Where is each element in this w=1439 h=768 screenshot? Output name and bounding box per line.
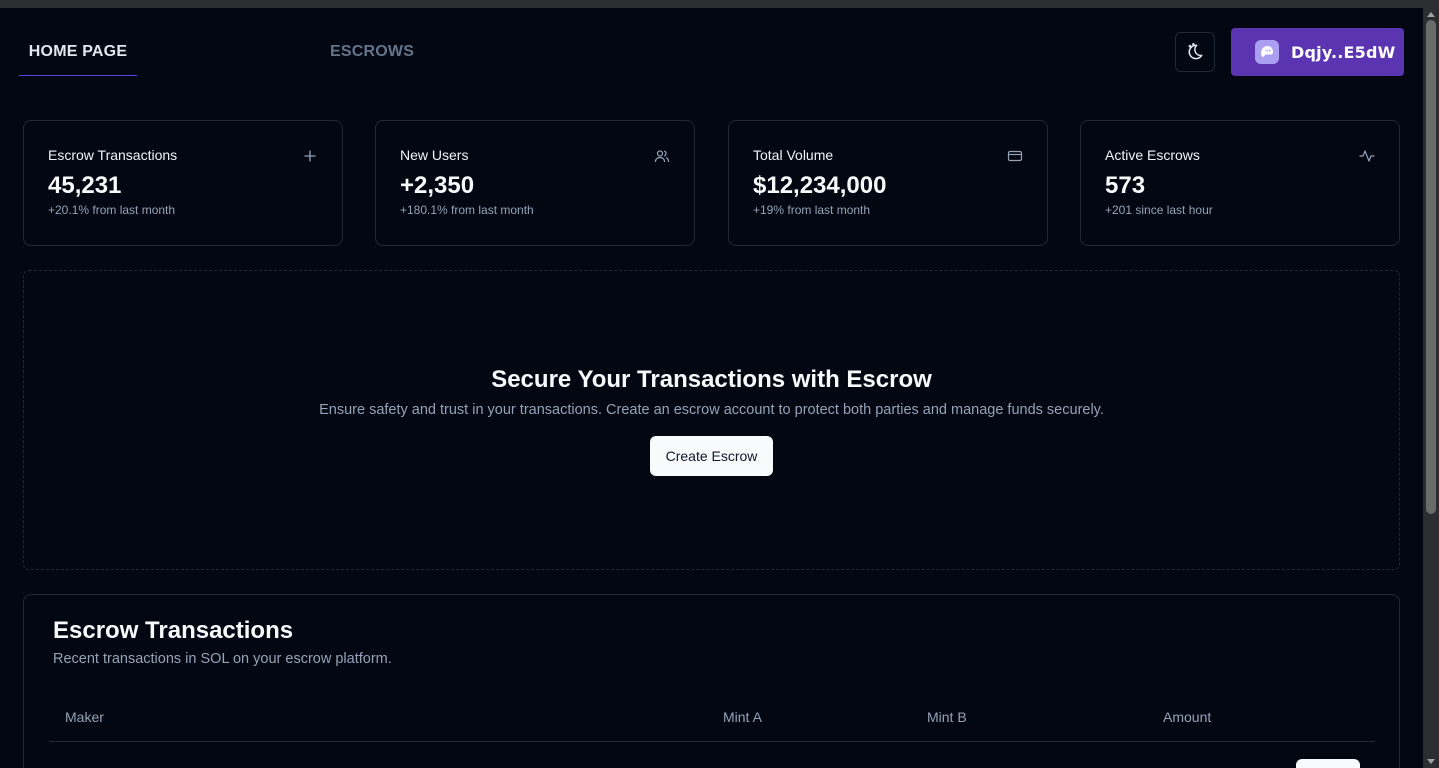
column-header-mint-b: Mint B <box>927 709 967 725</box>
browser-top-strip <box>0 0 1439 8</box>
stat-title: Active Escrows <box>1105 147 1200 163</box>
stat-card-active-escrows: Active Escrows 573 +201 since last hour <box>1080 120 1400 246</box>
hero-title: Secure Your Transactions with Escrow <box>491 366 932 393</box>
hero-description: Ensure safety and trust in your transact… <box>319 402 1104 418</box>
scroll-thumb[interactable] <box>1426 20 1436 514</box>
scroll-down-arrow-icon[interactable] <box>1427 759 1435 764</box>
create-escrow-button[interactable]: Create Escrow <box>649 436 774 476</box>
stat-subtext: +19% from last month <box>753 203 871 217</box>
scroll-up-arrow-icon[interactable] <box>1427 12 1435 17</box>
theme-toggle-button[interactable] <box>1175 32 1215 72</box>
stat-value: $12,234,000 <box>753 172 887 199</box>
credit-card-icon <box>1007 150 1023 162</box>
users-icon <box>654 150 670 163</box>
table-row-action-button[interactable] <box>1296 759 1360 768</box>
stat-title: Total Volume <box>753 147 834 163</box>
stat-title: New Users <box>400 147 469 163</box>
stat-value: 45,231 <box>48 172 122 199</box>
stat-subtext: +201 since last hour <box>1105 203 1213 217</box>
stat-card-escrow-transactions: Escrow Transactions 45,231 +20.1% from l… <box>23 120 343 246</box>
stat-value: +2,350 <box>400 172 475 199</box>
column-header-amount: Amount <box>1163 709 1212 725</box>
column-header-mint-a: Mint A <box>723 709 762 725</box>
phantom-ghost-icon <box>1255 40 1279 64</box>
column-header-maker: Maker <box>65 709 104 725</box>
moon-stars-icon <box>1188 42 1203 60</box>
tab-home-page[interactable]: HOME PAGE <box>19 28 137 76</box>
escrow-transactions-card: Escrow Transactions Recent transactions … <box>23 594 1400 768</box>
activity-icon <box>1359 150 1375 162</box>
stat-card-new-users: New Users +2,350 +180.1% from last month <box>375 120 695 246</box>
section-description: Recent transactions in SOL on your escro… <box>53 651 392 667</box>
stat-subtext: +180.1% from last month <box>400 203 534 217</box>
plus-icon <box>304 150 316 162</box>
page-scrollbar[interactable] <box>1423 8 1439 768</box>
table-header-divider <box>49 741 1375 742</box>
wallet-address: Dqjy..E5dW <box>1291 42 1396 62</box>
stat-subtext: +20.1% from last month <box>48 203 176 217</box>
stat-value: 573 <box>1105 172 1146 199</box>
stat-title: Escrow Transactions <box>48 147 178 163</box>
section-title: Escrow Transactions <box>53 617 294 644</box>
create-escrow-panel: Secure Your Transactions with Escrow Ens… <box>23 270 1400 570</box>
wallet-connect-button[interactable]: Dqjy..E5dW <box>1231 28 1404 76</box>
tab-escrows[interactable]: ESCROWS <box>330 28 414 76</box>
stat-card-total-volume: Total Volume $12,234,000 +19% from last … <box>728 120 1048 246</box>
